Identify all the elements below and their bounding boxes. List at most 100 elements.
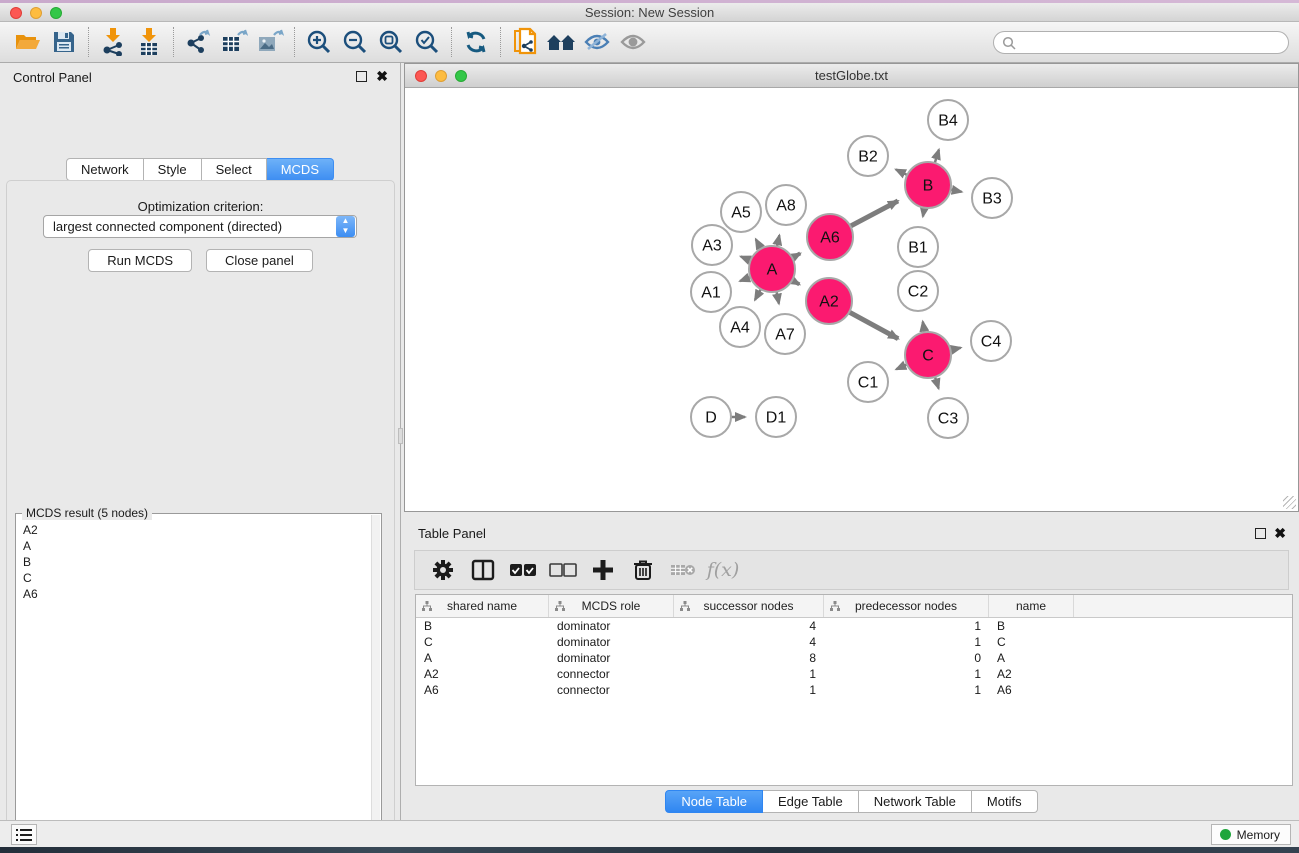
select-all-rows-button[interactable] xyxy=(505,554,541,586)
tab-select[interactable]: Select xyxy=(202,158,267,181)
delete-table-button[interactable] xyxy=(665,554,701,586)
export-image-button[interactable] xyxy=(252,25,288,59)
graph-edge[interactable] xyxy=(740,277,750,281)
tab-edge-table[interactable]: Edge Table xyxy=(763,790,859,813)
splitter-handle[interactable] xyxy=(398,428,403,444)
graph-node[interactable]: B4 xyxy=(928,100,968,140)
graph-node[interactable]: A3 xyxy=(692,225,732,265)
float-table-panel-icon[interactable] xyxy=(1255,528,1266,539)
column-header[interactable]: shared name xyxy=(416,595,549,617)
graph-node[interactable]: B1 xyxy=(898,227,938,267)
table-cell[interactable]: dominator xyxy=(549,650,674,666)
graph-node[interactable]: D1 xyxy=(756,397,796,437)
close-panel-button[interactable]: Close panel xyxy=(206,249,313,272)
save-session-button[interactable] xyxy=(46,25,82,59)
graph-edge[interactable] xyxy=(849,312,898,339)
network-window-titlebar[interactable]: testGlobe.txt xyxy=(405,64,1298,88)
graph-edge[interactable] xyxy=(850,201,898,226)
mcds-result-item[interactable]: A2 xyxy=(17,522,371,538)
refresh-layout-button[interactable] xyxy=(458,25,494,59)
graph-node[interactable]: A8 xyxy=(766,185,806,225)
zoom-selected-button[interactable] xyxy=(409,25,445,59)
function-builder-button[interactable]: f(x) xyxy=(705,554,741,586)
table-cell[interactable]: C xyxy=(416,634,549,650)
graph-edge[interactable] xyxy=(792,253,800,257)
table-cell[interactable]: A2 xyxy=(416,666,549,682)
column-header[interactable]: predecessor nodes xyxy=(824,595,989,617)
mcds-result-scrollbar[interactable] xyxy=(371,515,380,853)
graph-node[interactable]: A xyxy=(749,246,795,292)
table-cell[interactable]: connector xyxy=(549,682,674,698)
table-cell[interactable]: connector xyxy=(549,666,674,682)
graph-node[interactable]: A1 xyxy=(691,272,731,312)
graph-edge[interactable] xyxy=(756,239,761,249)
graph-edge[interactable] xyxy=(792,280,799,284)
export-network-button[interactable] xyxy=(180,25,216,59)
table-cell[interactable]: 1 xyxy=(824,682,989,698)
tab-node-table[interactable]: Node Table xyxy=(665,790,763,813)
table-cell[interactable]: A xyxy=(989,650,1074,666)
tab-motifs[interactable]: Motifs xyxy=(972,790,1038,813)
show-all-button[interactable] xyxy=(615,25,651,59)
mcds-result-item[interactable]: A xyxy=(17,538,371,554)
delete-columns-button[interactable] xyxy=(625,554,661,586)
graph-node[interactable]: C2 xyxy=(898,271,938,311)
table-row[interactable]: A2connector11A2 xyxy=(416,666,1292,682)
graph-edge[interactable] xyxy=(950,348,960,350)
graph-node[interactable]: B2 xyxy=(848,136,888,176)
mcds-result-item[interactable]: B xyxy=(17,554,371,570)
optimization-criterion-select[interactable]: largest connected component (directed) ▲… xyxy=(43,215,357,238)
table-cell[interactable]: 1 xyxy=(674,666,824,682)
add-column-button[interactable] xyxy=(585,554,621,586)
table-cell[interactable]: 4 xyxy=(674,634,824,650)
table-cell[interactable]: dominator xyxy=(549,634,674,650)
zoom-out-button[interactable] xyxy=(337,25,373,59)
table-row[interactable]: Adominator80A xyxy=(416,650,1292,666)
import-table-button[interactable] xyxy=(131,25,167,59)
zoom-in-button[interactable] xyxy=(301,25,337,59)
import-network-button[interactable] xyxy=(95,25,131,59)
table-cell[interactable]: 1 xyxy=(824,666,989,682)
table-cell[interactable]: 0 xyxy=(824,650,989,666)
table-cell[interactable]: C xyxy=(989,634,1074,650)
graph-node[interactable]: B3 xyxy=(972,178,1012,218)
table-cell[interactable]: 1 xyxy=(824,618,989,634)
network-canvas[interactable]: B4B2BB3A8A5A6A3B1AC2A1A2A4A7C4CC1DD1C3 xyxy=(405,88,1298,511)
table-cell[interactable]: 4 xyxy=(674,618,824,634)
graph-node[interactable]: A5 xyxy=(721,192,761,232)
table-cell[interactable]: A6 xyxy=(989,682,1074,698)
graph-edge[interactable] xyxy=(896,169,907,175)
tab-network[interactable]: Network xyxy=(66,158,144,181)
table-cell[interactable]: A xyxy=(416,650,549,666)
hide-selected-button[interactable] xyxy=(579,25,615,59)
graph-edge[interactable] xyxy=(951,190,962,192)
graph-edge[interactable] xyxy=(741,257,751,261)
graph-node[interactable]: A4 xyxy=(720,307,760,347)
graph-edge[interactable] xyxy=(755,289,761,300)
table-cell[interactable]: B xyxy=(416,618,549,634)
run-mcds-button[interactable]: Run MCDS xyxy=(88,249,192,272)
network-graph[interactable]: B4B2BB3A8A5A6A3B1AC2A1A2A4A7C4CC1DD1C3 xyxy=(405,88,1298,511)
mcds-result-item[interactable]: A6 xyxy=(17,586,371,602)
graph-edge[interactable] xyxy=(777,235,779,246)
show-columns-button[interactable] xyxy=(465,554,501,586)
graph-edge[interactable] xyxy=(777,292,779,304)
graph-node[interactable]: A2 xyxy=(806,278,852,324)
zoom-fit-button[interactable] xyxy=(373,25,409,59)
search-input[interactable] xyxy=(1016,34,1288,52)
export-table-button[interactable] xyxy=(216,25,252,59)
table-cell[interactable]: A6 xyxy=(416,682,549,698)
tab-mcds[interactable]: MCDS xyxy=(267,158,334,181)
graph-node[interactable]: A7 xyxy=(765,314,805,354)
table-cell[interactable]: dominator xyxy=(549,618,674,634)
graph-node[interactable]: C1 xyxy=(848,362,888,402)
tab-style[interactable]: Style xyxy=(144,158,202,181)
table-cell[interactable]: 1 xyxy=(674,682,824,698)
table-row[interactable]: Cdominator41C xyxy=(416,634,1292,650)
graph-node[interactable]: C3 xyxy=(928,398,968,438)
window-resize-grip[interactable] xyxy=(1283,496,1296,509)
column-header[interactable]: name xyxy=(989,595,1074,617)
float-panel-icon[interactable] xyxy=(356,71,367,82)
close-table-panel-icon[interactable]: ✖ xyxy=(1274,525,1286,542)
first-neighbors-button[interactable] xyxy=(543,25,579,59)
